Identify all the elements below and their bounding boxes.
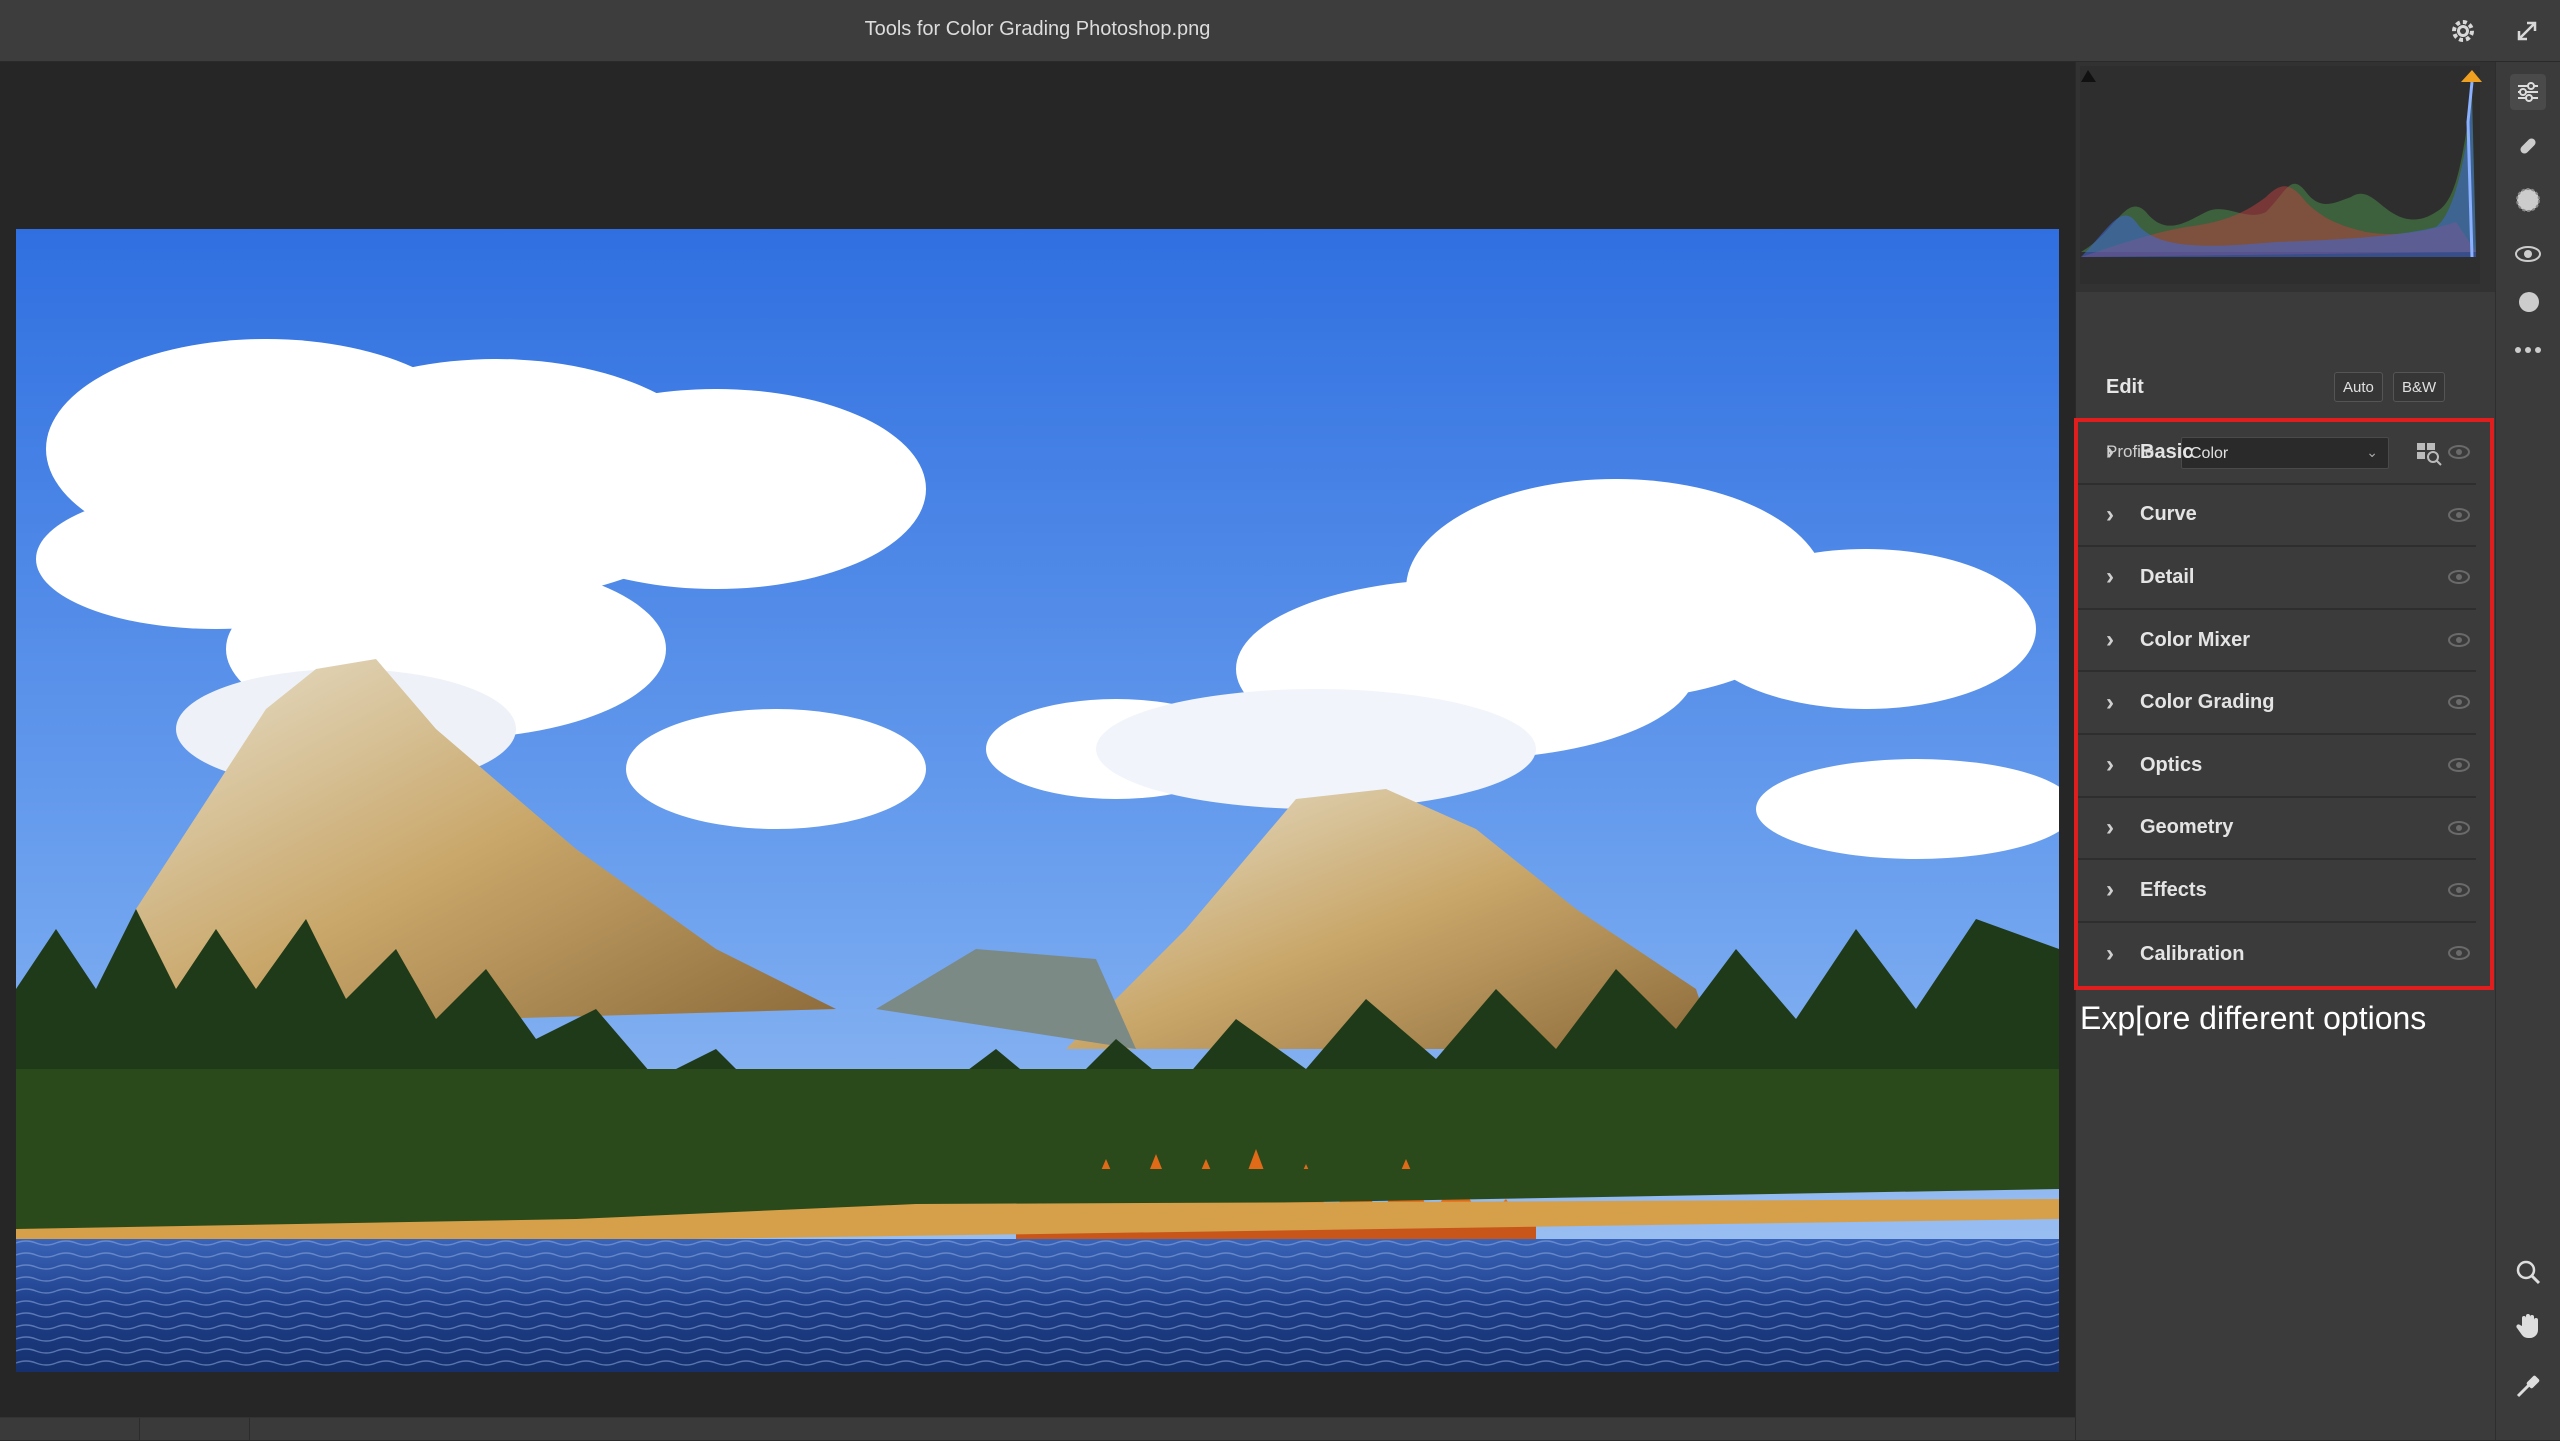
gear-icon[interactable]: [2446, 14, 2480, 48]
eye-icon[interactable]: [2448, 757, 2470, 773]
red-eye-icon[interactable]: [2510, 236, 2546, 272]
eye-icon[interactable]: [2448, 507, 2470, 523]
expand-icon[interactable]: [2510, 14, 2544, 48]
section-label: Basic: [2140, 440, 2194, 463]
section-label: Effects: [2140, 878, 2207, 901]
eye-icon[interactable]: [2448, 444, 2470, 460]
window-title: Tools for Color Grading Photoshop.png: [864, 18, 1211, 40]
chevron-right-icon: ›: [2106, 438, 2114, 466]
masking-icon[interactable]: [2510, 182, 2546, 218]
section-detail[interactable]: › Detail: [2078, 547, 2476, 610]
edit-header: Edit Auto B&W: [2076, 292, 2496, 422]
chevron-right-icon: ›: [2106, 563, 2114, 591]
section-label: Geometry: [2140, 816, 2234, 839]
eye-icon[interactable]: [2448, 820, 2470, 836]
zoom-icon[interactable]: [2510, 1254, 2546, 1290]
histogram: [2076, 62, 2496, 292]
section-basic[interactable]: › Basic: [2078, 422, 2476, 485]
section-label: Color Grading: [2140, 691, 2275, 714]
eye-icon[interactable]: [2448, 882, 2470, 898]
chevron-right-icon: ›: [2106, 688, 2114, 716]
chevron-right-icon: ›: [2106, 751, 2114, 779]
section-label: Curve: [2140, 503, 2197, 526]
eye-icon[interactable]: [2448, 945, 2470, 961]
chevron-right-icon: ›: [2106, 626, 2114, 654]
edit-sliders-icon[interactable]: [2510, 74, 2546, 110]
section-color-mixer[interactable]: › Color Mixer: [2078, 610, 2476, 673]
section-label: Color Mixer: [2140, 628, 2251, 651]
annotation-caption: Exp[ore different options: [2080, 1000, 2427, 1036]
edit-sections-highlight: › Basic › Curve › Detail › Color Mixer ›…: [2074, 418, 2494, 990]
more-icon[interactable]: [2510, 332, 2546, 368]
section-label: Calibration: [2140, 942, 2245, 965]
edit-title: Edit: [2106, 376, 2144, 398]
healing-brush-icon[interactable]: [2510, 128, 2546, 164]
eye-icon[interactable]: [2448, 569, 2470, 585]
eye-icon[interactable]: [2448, 632, 2470, 648]
auto-button[interactable]: Auto: [2334, 372, 2383, 402]
landscape-photo: [16, 229, 2059, 1372]
section-curve[interactable]: › Curve: [2078, 485, 2476, 548]
hand-icon[interactable]: [2510, 1308, 2546, 1344]
bw-button[interactable]: B&W: [2393, 372, 2446, 402]
chevron-right-icon: ›: [2106, 876, 2114, 904]
eye-icon[interactable]: [2448, 694, 2470, 710]
filmstrip-bar: [0, 1417, 2075, 1441]
section-calibration[interactable]: › Calibration: [2078, 923, 2476, 986]
presets-icon[interactable]: [2510, 284, 2546, 320]
chevron-right-icon: ›: [2106, 940, 2114, 968]
section-optics[interactable]: › Optics: [2078, 735, 2476, 798]
section-effects[interactable]: › Effects: [2078, 860, 2476, 923]
section-label: Detail: [2140, 565, 2195, 588]
title-bar: Tools for Color Grading Photoshop.png: [0, 0, 2560, 62]
image-canvas[interactable]: [0, 62, 2075, 1417]
section-label: Optics: [2140, 753, 2203, 776]
section-color-grading[interactable]: › Color Grading: [2078, 672, 2476, 735]
tool-strip: [2495, 62, 2560, 1440]
chevron-right-icon: ›: [2106, 500, 2114, 528]
color-sampler-icon[interactable]: [2510, 1368, 2546, 1404]
chevron-right-icon: ›: [2106, 813, 2114, 841]
section-geometry[interactable]: › Geometry: [2078, 798, 2476, 861]
